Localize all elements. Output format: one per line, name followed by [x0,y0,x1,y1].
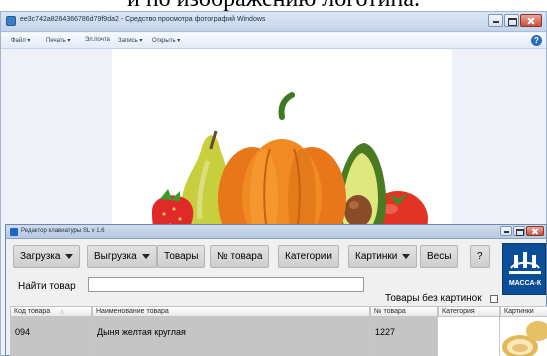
products-button[interactable]: Товары [157,245,206,268]
keyboard-editor-titlebar[interactable]: Редактор клавиатуры SL v 1.6 [6,225,546,239]
column-header-category[interactable]: Категория [438,306,500,317]
unload-button-label: Выгрузка [94,251,137,262]
keyboard-editor-window: Редактор клавиатуры SL v 1.6 Загрузка Вы… [5,224,547,356]
cell-image[interactable] [500,317,547,356]
menu-file[interactable]: Файл ▾ [11,37,30,44]
cell-name[interactable]: Дыня желтая круглая [92,317,370,356]
massa-k-logo: МАССА-К [502,243,546,295]
column-header-images[interactable]: Картинки [500,306,547,317]
chevron-down-icon [65,254,74,259]
photo-viewer-window-controls [488,14,542,27]
menu-burn[interactable]: Запись ▾ [118,37,142,44]
images-button[interactable]: Картинки [348,245,418,268]
sort-icon: △ [60,309,65,315]
close-icon[interactable] [520,14,542,27]
massa-k-logo-icon [509,252,541,274]
chevron-down-icon [402,254,411,259]
menu-open[interactable]: Открыть ▾ [152,37,180,44]
maximize-icon[interactable] [504,14,519,27]
keyboard-editor-window-controls [500,226,544,236]
photo-viewer-titlebar[interactable]: ee3c742a8264366786d79f9da2 - Средство пр… [1,12,546,32]
close-icon[interactable] [526,226,544,236]
load-button[interactable]: Загрузка [13,245,81,268]
chevron-down-icon [141,254,150,259]
photo-viewer-menubar: Файл ▾ Печать ▾ Эл.почта Запись ▾ Открыт… [1,33,546,49]
product-number-button[interactable]: № товара [210,245,270,268]
cell-category[interactable] [438,317,500,356]
column-header-name[interactable]: Наименование товара [92,306,370,317]
help-icon[interactable]: ? [531,35,542,46]
categories-button[interactable]: Категории [278,245,339,268]
menu-print[interactable]: Печать ▾ [46,37,70,44]
cell-number[interactable]: 1227 [370,317,438,356]
photo-viewer-title: ee3c742a8264366786d79f9da2 - Средство пр… [20,16,266,23]
minimize-icon[interactable] [500,226,512,236]
scales-button[interactable]: Весы [420,245,459,268]
column-header-code[interactable]: Код товара △ [10,306,92,317]
products-table: Код товара △ Наименование товара № товара… [10,306,547,356]
search-input[interactable] [88,277,364,292]
melon-image [502,321,547,356]
keyboard-editor-app-icon [10,228,18,236]
images-button-label: Картинки [355,251,398,262]
photo-viewer-app-icon [6,16,16,26]
help-button[interactable]: ? [470,245,490,268]
unload-button[interactable]: Выгрузка [87,245,157,268]
minimize-icon[interactable] [488,14,503,27]
column-header-number[interactable]: № товара [370,306,438,317]
search-label: Найти товар [18,281,76,292]
column-header-label: Код товара [14,308,51,315]
maximize-icon[interactable] [513,226,525,236]
logo-text: МАССА-К [508,280,542,287]
menu-email[interactable]: Эл.почта [85,37,110,43]
table-row[interactable]: 094 Дыня желтая круглая 1227 [10,317,547,356]
load-button-label: Загрузка [20,251,61,262]
no-images-checkbox[interactable] [490,295,498,303]
no-images-label: Товары без картинок [385,293,482,304]
cell-code[interactable]: 094 [10,317,92,356]
keyboard-editor-title: Редактор клавиатуры SL v 1.6 [21,228,105,234]
